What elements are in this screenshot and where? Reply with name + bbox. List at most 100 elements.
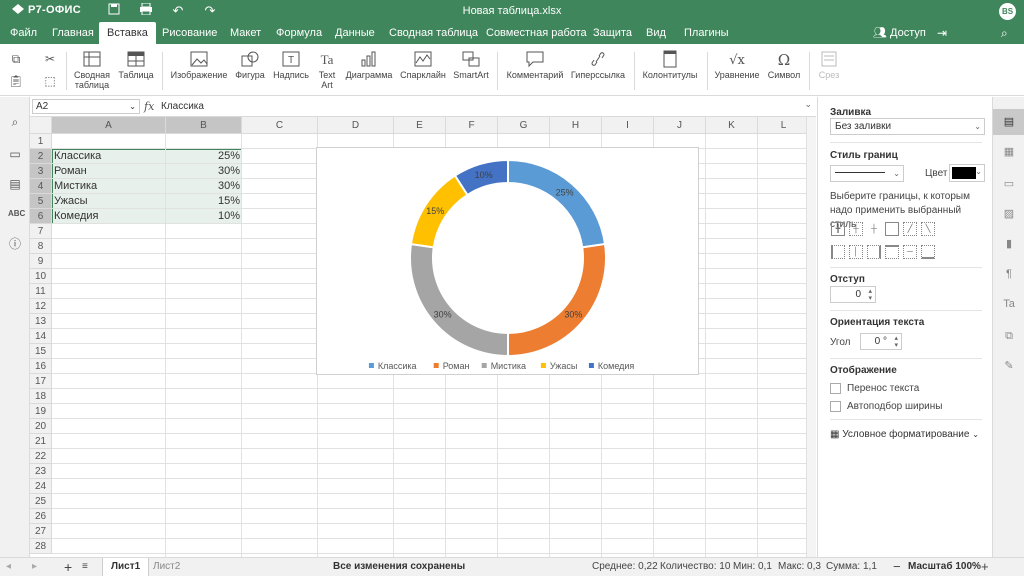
select-all-icon[interactable]: ⬚ bbox=[42, 74, 58, 88]
info-icon[interactable]: ⓘ bbox=[8, 237, 22, 251]
cut-icon[interactable]: ✂ bbox=[42, 52, 58, 66]
cell-b4[interactable]: 30% bbox=[166, 179, 242, 194]
equation-button[interactable]: √x Уравнение bbox=[713, 50, 761, 80]
row-header[interactable]: 2 bbox=[30, 149, 52, 164]
row-header[interactable]: 23 bbox=[30, 464, 52, 479]
shape-button[interactable]: Фигура bbox=[233, 50, 267, 80]
tab-pivot-table[interactable]: Сводная таблица bbox=[381, 22, 486, 44]
row-header[interactable]: 28 bbox=[30, 539, 52, 554]
cell-b6[interactable]: 10% bbox=[166, 209, 242, 224]
cell-a5[interactable]: Ужасы bbox=[52, 194, 166, 209]
column-header-j[interactable]: J bbox=[654, 117, 706, 134]
column-header-e[interactable]: E bbox=[394, 117, 446, 134]
row-header[interactable]: 4 bbox=[30, 179, 52, 194]
select-all-corner[interactable] bbox=[30, 117, 52, 134]
diagonal-down-icon[interactable]: ╲ bbox=[921, 222, 935, 236]
row-header[interactable]: 5 bbox=[30, 194, 52, 209]
row-header[interactable]: 27 bbox=[30, 524, 52, 539]
row-header[interactable]: 3 bbox=[30, 164, 52, 179]
row-header[interactable]: 8 bbox=[30, 239, 52, 254]
wrap-text-checkbox[interactable] bbox=[830, 383, 841, 394]
sparkline-button[interactable]: Спарклайн bbox=[399, 50, 447, 80]
header-footer-button[interactable]: Колонтитулы bbox=[641, 50, 699, 80]
fill-select[interactable]: Без заливки ⌄ bbox=[830, 118, 985, 135]
open-location-icon[interactable]: ⇥ bbox=[937, 22, 947, 44]
symbol-button[interactable]: Ω Символ bbox=[766, 50, 802, 80]
chart-settings-icon[interactable]: ▮ bbox=[1002, 237, 1016, 251]
comment-button[interactable]: Комментарий bbox=[505, 50, 565, 80]
border-color-picker[interactable]: ⌄ bbox=[949, 164, 985, 182]
column-header-h[interactable]: H bbox=[550, 117, 602, 134]
outer-border-icon[interactable] bbox=[885, 222, 899, 236]
tab-formula[interactable]: Формула bbox=[268, 22, 330, 44]
tab-protection[interactable]: Защита bbox=[585, 22, 640, 44]
left-border-icon[interactable] bbox=[831, 245, 845, 259]
sheet-list-icon[interactable]: ≡ bbox=[82, 558, 88, 576]
expand-formula-icon[interactable]: ⌄ bbox=[804, 99, 812, 110]
zoom-level[interactable]: Масштаб 100% bbox=[908, 558, 981, 576]
inner-horizontal-icon[interactable]: ─ bbox=[903, 245, 917, 259]
border-style-select[interactable]: ⌄ bbox=[830, 165, 904, 182]
tab-layout[interactable]: Макет bbox=[222, 22, 269, 44]
row-header[interactable]: 24 bbox=[30, 479, 52, 494]
diagonal-up-icon[interactable]: ╱ bbox=[903, 222, 917, 236]
zoom-out-icon[interactable]: − bbox=[893, 558, 901, 576]
add-sheet-icon[interactable]: + bbox=[64, 558, 72, 576]
chat-icon[interactable]: ▤ bbox=[8, 177, 22, 191]
row-header[interactable]: 19 bbox=[30, 404, 52, 419]
cell-a6[interactable]: Комедия bbox=[52, 209, 166, 224]
function-icon[interactable]: fx bbox=[144, 100, 154, 113]
cell-b2[interactable]: 25% bbox=[166, 149, 242, 164]
slicer-button[interactable]: Срез bbox=[815, 50, 843, 80]
shape-settings-icon[interactable]: ▭ bbox=[1002, 177, 1016, 191]
paragraph-settings-icon[interactable]: ¶ bbox=[1002, 267, 1016, 281]
vertical-scrollbar[interactable] bbox=[806, 117, 816, 557]
column-header-d[interactable]: D bbox=[318, 117, 394, 134]
column-header-g[interactable]: G bbox=[498, 117, 550, 134]
formula-input[interactable]: Классика bbox=[161, 101, 204, 112]
text-art-settings-icon[interactable]: Ta bbox=[1002, 297, 1016, 311]
tab-home[interactable]: Главная bbox=[44, 22, 102, 44]
row-header[interactable]: 12 bbox=[30, 299, 52, 314]
comments-icon[interactable]: ▭ bbox=[8, 147, 22, 161]
row-header[interactable]: 22 bbox=[30, 449, 52, 464]
signature-settings-icon[interactable]: ✎ bbox=[1002, 359, 1016, 373]
smartart-button[interactable]: SmartArt bbox=[453, 50, 489, 80]
spinner-icon[interactable]: ▴ ▾ bbox=[894, 335, 898, 349]
row-header[interactable]: 21 bbox=[30, 434, 52, 449]
spinner-icon[interactable]: ▴ ▾ bbox=[868, 288, 872, 302]
tab-data[interactable]: Данные bbox=[327, 22, 383, 44]
inner-cross-icon[interactable]: ┼ bbox=[867, 222, 881, 236]
cell-a4[interactable]: Мистика bbox=[52, 179, 166, 194]
column-header-k[interactable]: K bbox=[706, 117, 758, 134]
column-header-l[interactable]: L bbox=[758, 117, 806, 134]
pivot-settings-icon[interactable]: ⧉ bbox=[1002, 329, 1016, 343]
row-header[interactable]: 10 bbox=[30, 269, 52, 284]
text-art-button[interactable]: Ta Text Art bbox=[315, 50, 339, 90]
chart-button[interactable]: Диаграмма bbox=[345, 50, 393, 80]
paste-icon[interactable]: 📋︎ bbox=[8, 74, 24, 88]
angle-input[interactable]: 0 ° ▴ ▾ bbox=[860, 333, 902, 350]
cell-settings-icon[interactable]: ▤ bbox=[993, 109, 1024, 135]
column-header-b[interactable]: B bbox=[166, 117, 242, 134]
image-settings-icon[interactable]: ▨ bbox=[1002, 207, 1016, 221]
row-header[interactable]: 7 bbox=[30, 224, 52, 239]
column-header-f[interactable]: F bbox=[446, 117, 498, 134]
next-sheet-icon[interactable]: ▸ bbox=[32, 558, 37, 576]
cell-a3[interactable]: Роман bbox=[52, 164, 166, 179]
chart-segment[interactable] bbox=[507, 158, 607, 249]
row-header[interactable]: 25 bbox=[30, 494, 52, 509]
autofit-checkbox[interactable] bbox=[830, 401, 841, 412]
tab-insert[interactable]: Вставка bbox=[99, 22, 156, 44]
access-button[interactable]: 👥︎ Доступ bbox=[873, 22, 926, 44]
row-header[interactable]: 9 bbox=[30, 254, 52, 269]
image-button[interactable]: Изображение bbox=[170, 50, 228, 80]
first-sheet-icon[interactable]: ◂ bbox=[6, 558, 11, 576]
name-box[interactable]: A2 ⌄ bbox=[32, 99, 140, 114]
spellcheck-icon[interactable]: ABC bbox=[8, 207, 25, 221]
row-header[interactable]: 6 bbox=[30, 209, 52, 224]
row-header[interactable]: 20 bbox=[30, 419, 52, 434]
column-header-c[interactable]: C bbox=[242, 117, 318, 134]
conditional-formatting-button[interactable]: ▦ Условное форматирование ⌄ bbox=[830, 429, 979, 440]
column-header-a[interactable]: A bbox=[52, 117, 166, 134]
